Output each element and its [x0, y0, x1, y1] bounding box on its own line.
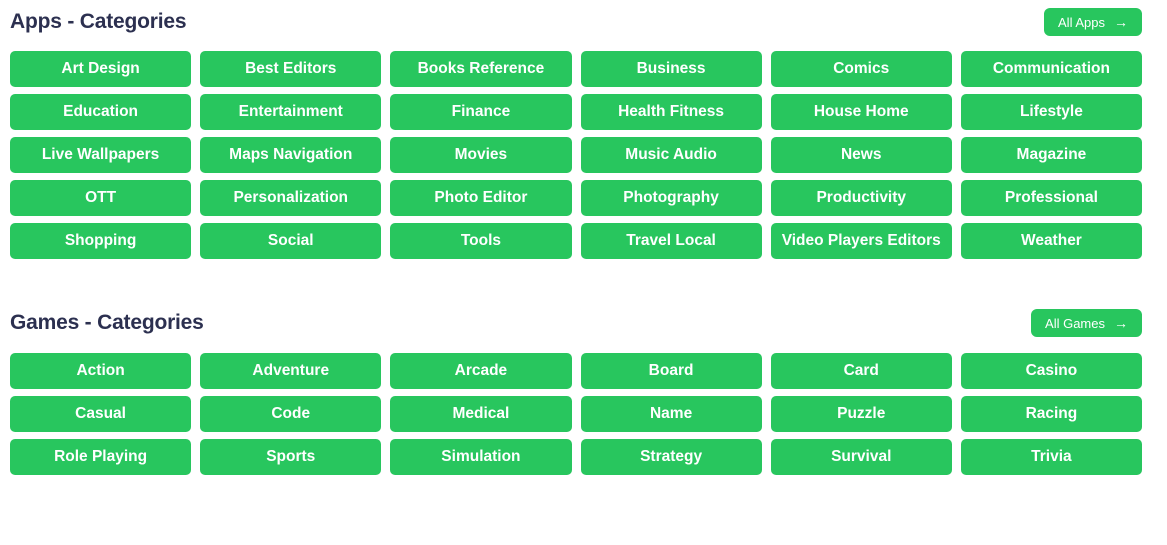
category-tile[interactable]: OTT: [10, 180, 192, 216]
games-section-title: Games - Categories: [10, 311, 204, 335]
category-tile[interactable]: Books Reference: [390, 51, 572, 87]
category-tile[interactable]: Finance: [390, 94, 572, 130]
category-tile[interactable]: Weather: [960, 223, 1142, 259]
categories-page: Apps - Categories All Apps → Art Design B…: [0, 8, 1167, 545]
arrow-right-icon: →: [1114, 14, 1128, 30]
category-tile[interactable]: News: [770, 137, 952, 173]
category-tile[interactable]: Medical: [390, 396, 572, 432]
category-tile[interactable]: Sports: [200, 439, 382, 475]
category-tile[interactable]: Survival: [770, 439, 952, 475]
category-tile[interactable]: Card: [770, 353, 952, 389]
category-tile[interactable]: Shopping: [10, 223, 192, 259]
category-tile[interactable]: Racing: [960, 396, 1142, 432]
category-tile[interactable]: Travel Local: [580, 223, 762, 259]
category-tile[interactable]: Personalization: [200, 180, 382, 216]
category-tile[interactable]: Photography: [580, 180, 762, 216]
category-tile[interactable]: Live Wallpapers: [10, 137, 192, 173]
category-tile[interactable]: Professional: [960, 180, 1142, 216]
category-tile[interactable]: Business: [580, 51, 762, 87]
all-apps-button[interactable]: All Apps →: [1044, 8, 1142, 36]
category-tile[interactable]: Board: [580, 353, 762, 389]
category-tile[interactable]: Lifestyle: [960, 94, 1142, 130]
category-tile[interactable]: Movies: [390, 137, 572, 173]
category-tile[interactable]: Health Fitness: [580, 94, 762, 130]
category-tile[interactable]: Adventure: [200, 353, 382, 389]
category-tile[interactable]: Arcade: [390, 353, 572, 389]
category-tile[interactable]: Best Editors: [200, 51, 382, 87]
apps-categories-grid: Art Design Best Editors Books Reference Bus…: [0, 51, 1167, 259]
category-tile[interactable]: Strategy: [580, 439, 762, 475]
all-games-button-label: All Games: [1045, 315, 1105, 331]
category-tile[interactable]: House Home: [770, 94, 952, 130]
category-tile[interactable]: Photo Editor: [390, 180, 572, 216]
category-tile[interactable]: Simulation: [390, 439, 572, 475]
category-tile[interactable]: Entertainment: [200, 94, 382, 130]
games-section-header: Games - Categories All Games →: [0, 309, 1167, 337]
category-tile[interactable]: Comics: [770, 51, 952, 87]
category-tile[interactable]: Action: [10, 353, 192, 389]
category-tile[interactable]: Maps Navigation: [200, 137, 382, 173]
category-tile[interactable]: Name: [580, 396, 762, 432]
category-tile[interactable]: Casino: [960, 353, 1142, 389]
category-tile[interactable]: Art Design: [10, 51, 192, 87]
category-tile[interactable]: Magazine: [960, 137, 1142, 173]
category-tile[interactable]: Code: [200, 396, 382, 432]
all-games-button[interactable]: All Games →: [1031, 309, 1142, 337]
category-tile[interactable]: Puzzle: [770, 396, 952, 432]
category-tile[interactable]: Video Players Editors: [770, 223, 952, 259]
games-categories-grid: Action Adventure Arcade Board Card Casino Casu…: [0, 353, 1167, 475]
category-tile[interactable]: Music Audio: [580, 137, 762, 173]
all-apps-button-label: All Apps: [1058, 14, 1105, 30]
category-tile[interactable]: Education: [10, 94, 192, 130]
apps-section-header: Apps - Categories All Apps →: [0, 8, 1167, 36]
category-tile[interactable]: Trivia: [960, 439, 1142, 475]
category-tile[interactable]: Role Playing: [10, 439, 192, 475]
category-tile[interactable]: Productivity: [770, 180, 952, 216]
category-tile[interactable]: Tools: [390, 223, 572, 259]
category-tile[interactable]: Casual: [10, 396, 192, 432]
apps-section-title: Apps - Categories: [10, 10, 187, 34]
arrow-right-icon: →: [1114, 315, 1128, 331]
category-tile[interactable]: Communication: [960, 51, 1142, 87]
category-tile[interactable]: Social: [200, 223, 382, 259]
